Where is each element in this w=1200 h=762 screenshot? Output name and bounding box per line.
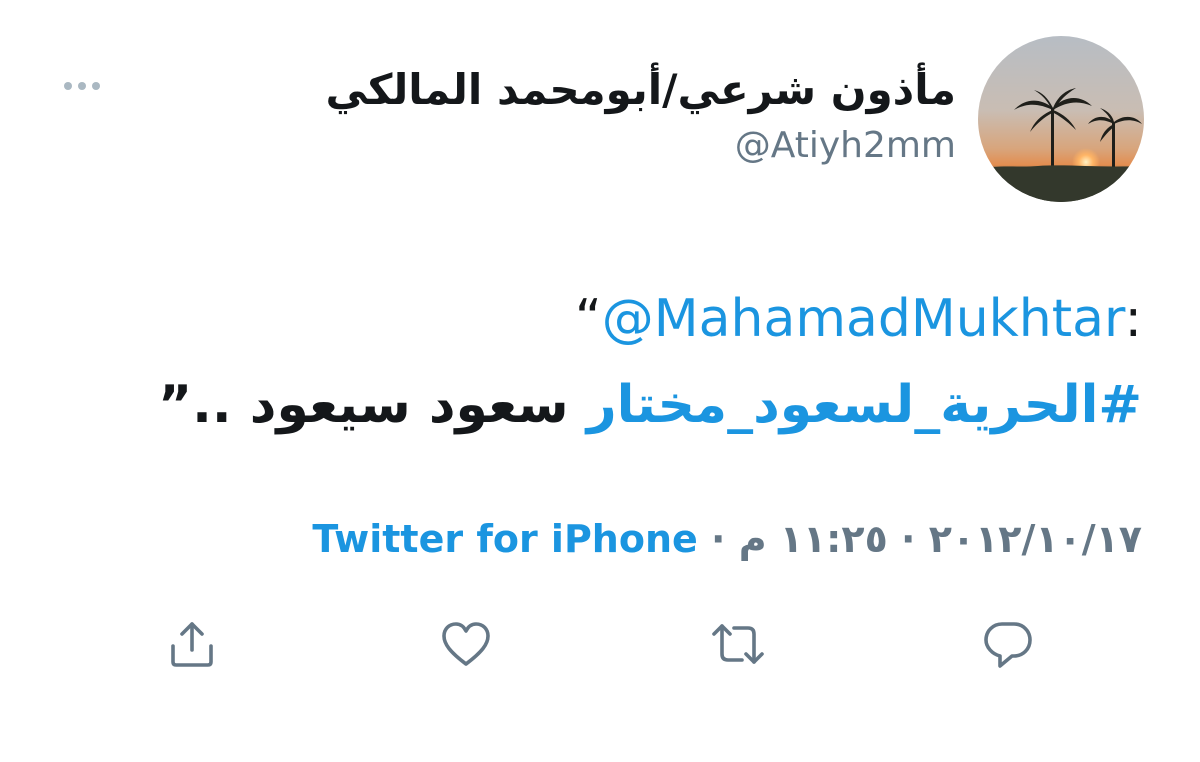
user-info[interactable]: مأذون شرعي/أبومحمد المالكي @Atiyh2mm — [326, 62, 956, 168]
tweet-text: “@MahamadMukhtar: #الحرية_لسعود_مختار سع… — [52, 276, 1142, 448]
reply-button[interactable] — [976, 612, 1040, 676]
tweet-time[interactable]: ١١:٢٥ م — [739, 517, 888, 561]
meta-separator: · — [887, 517, 929, 561]
tweet-line-2: #الحرية_لسعود_مختار سعود سيعود ..” — [52, 362, 1142, 448]
more-options-button[interactable] — [60, 76, 104, 96]
retweet-icon — [712, 624, 764, 664]
avatar[interactable] — [978, 36, 1144, 202]
share-button[interactable] — [160, 612, 224, 676]
hashtag-link[interactable]: #الحرية_لسعود_مختار — [587, 375, 1142, 435]
meta-separator: · — [697, 517, 739, 561]
user-display-name[interactable]: مأذون شرعي/أبومحمد المالكي — [326, 62, 956, 118]
mention-link[interactable]: @MahamadMukhtar — [602, 289, 1125, 349]
tweet-source-link[interactable]: Twitter for iPhone — [312, 517, 697, 561]
share-icon — [171, 622, 213, 667]
tweet-date[interactable]: ٢٠١٢/١٠/١٧ — [929, 517, 1142, 561]
tweet-line-1: “@MahamadMukhtar: — [52, 276, 1142, 362]
close-quote: ” — [157, 375, 193, 435]
reply-icon — [984, 622, 1032, 668]
like-icon — [442, 622, 490, 666]
open-quote: “ — [574, 289, 602, 349]
avatar-image — [978, 36, 1144, 202]
tweet-meta: ٢٠١٢/١٠/١٧ · ١١:٢٥ م · Twitter for iPhon… — [312, 512, 1142, 566]
tweet-actions — [0, 612, 1200, 676]
colon: : — [1124, 289, 1142, 349]
like-button[interactable] — [434, 612, 498, 676]
tweet-body: سعود سيعود .. — [192, 375, 587, 435]
retweet-button[interactable] — [706, 612, 770, 676]
user-handle[interactable]: @Atiyh2mm — [326, 124, 956, 168]
more-icon — [64, 82, 100, 90]
